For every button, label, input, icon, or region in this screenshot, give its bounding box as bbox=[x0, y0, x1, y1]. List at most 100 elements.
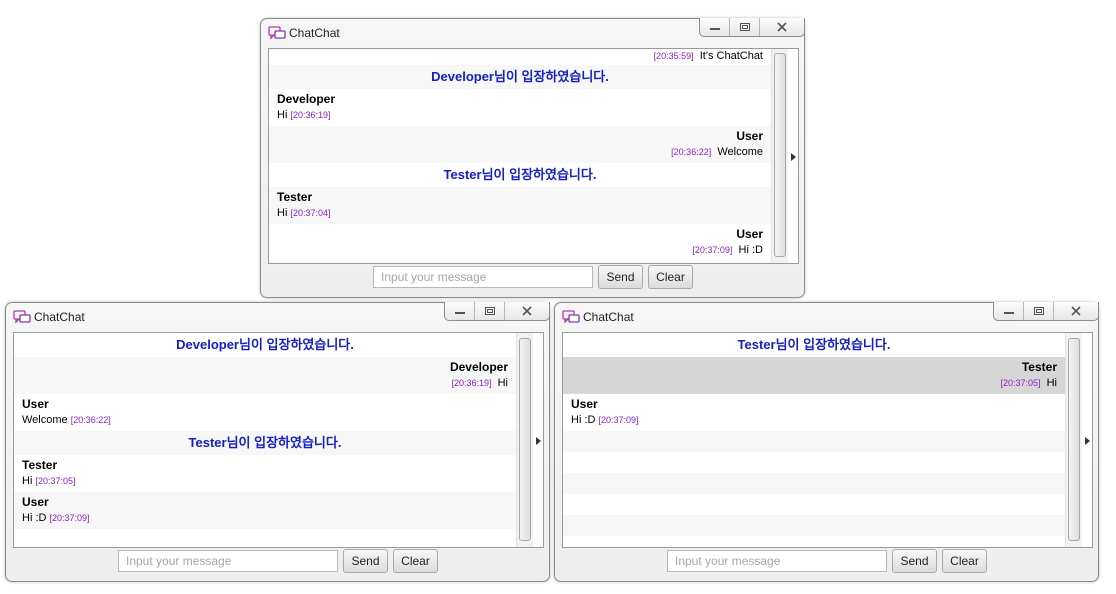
sender-name: User bbox=[571, 397, 598, 411]
minimize-icon bbox=[709, 28, 720, 30]
empty-row bbox=[563, 473, 1065, 494]
close-icon bbox=[1071, 306, 1081, 316]
title-bar[interactable]: ChatChat bbox=[6, 302, 550, 331]
chat-window: ChatChat Developer님이 입장하였습니다. Developer … bbox=[5, 302, 550, 582]
sender-name: User bbox=[22, 397, 49, 411]
chat-log[interactable]: Developer님이 입장하였습니다. Developer [20:36:19… bbox=[13, 332, 544, 548]
close-button[interactable] bbox=[1054, 302, 1098, 320]
close-icon bbox=[522, 306, 532, 316]
maximize-icon bbox=[739, 23, 750, 31]
send-button[interactable]: Send bbox=[892, 549, 937, 573]
message-row: Tester Hi [20:37:05] bbox=[14, 455, 516, 492]
sender-name: Developer bbox=[277, 92, 336, 106]
message-row: User Hi :D [20:37:09] bbox=[563, 394, 1065, 431]
empty-row bbox=[563, 494, 1065, 515]
chat-log[interactable]: Tester님이 입장하였습니다. Tester [20:37:05] Hi U… bbox=[562, 332, 1093, 548]
timestamp: [20:37:05] bbox=[1000, 378, 1041, 388]
message-input[interactable] bbox=[373, 266, 593, 288]
chat-window: ChatChat Tester님이 입장하였습니다. Tester [20:37… bbox=[554, 302, 1099, 582]
join-notice: Tester님이 입장하였습니다. bbox=[737, 337, 891, 352]
scrollbar-thumb[interactable] bbox=[1068, 338, 1080, 541]
vertical-scrollbar[interactable] bbox=[516, 333, 533, 547]
send-button[interactable]: Send bbox=[343, 549, 388, 573]
chat-log[interactable]: [20:35:59] It's ChatChat Developer님이 입장하… bbox=[268, 48, 799, 264]
message-input[interactable] bbox=[118, 550, 338, 572]
triangle-right-icon[interactable] bbox=[533, 435, 543, 447]
timestamp: [20:36:19] bbox=[451, 378, 492, 388]
message-input[interactable] bbox=[667, 550, 887, 572]
minimize-button[interactable] bbox=[445, 302, 476, 320]
message-text: Hi bbox=[22, 475, 33, 487]
timestamp: [20:36:19] bbox=[290, 110, 331, 120]
maximize-icon bbox=[1033, 307, 1044, 315]
message-text: Hi bbox=[497, 377, 508, 389]
triangle-right-icon[interactable] bbox=[788, 151, 798, 163]
message-row: Developer [20:36:19] Hi bbox=[14, 357, 516, 394]
sender-name: Tester bbox=[22, 458, 58, 472]
chat-bubbles-icon bbox=[562, 310, 580, 324]
empty-row bbox=[563, 452, 1065, 473]
message-row: User Welcome [20:36:22] bbox=[14, 394, 516, 431]
message-text: Hi :D bbox=[22, 512, 47, 524]
window-title: ChatChat bbox=[289, 26, 340, 40]
minimize-button[interactable] bbox=[994, 302, 1025, 320]
maximize-button[interactable] bbox=[730, 18, 761, 36]
join-notice: Developer님이 입장하였습니다. bbox=[269, 65, 771, 89]
sender-name: User bbox=[736, 227, 763, 241]
message-row: User [20:36:22] Welcome bbox=[269, 126, 771, 163]
maximize-button[interactable] bbox=[1024, 302, 1055, 320]
minimize-button[interactable] bbox=[700, 18, 731, 36]
close-button[interactable] bbox=[760, 18, 804, 36]
scrollbar-thumb[interactable] bbox=[774, 53, 786, 257]
join-notice: Tester님이 입장하였습니다. bbox=[443, 167, 597, 182]
sender-name: Tester bbox=[277, 190, 313, 204]
chat-bubbles-icon bbox=[13, 310, 31, 324]
message-text: Hi :D bbox=[571, 414, 596, 426]
title-bar[interactable]: ChatChat bbox=[261, 18, 805, 47]
clear-button[interactable]: Clear bbox=[648, 265, 693, 289]
input-bar: Send Clear bbox=[261, 264, 804, 292]
window-controls bbox=[993, 302, 1099, 321]
vertical-scrollbar[interactable] bbox=[771, 49, 788, 263]
chat-window: ChatChat [20:35:59] It's ChatChat Develo… bbox=[260, 18, 805, 298]
timestamp: [20:35:59] bbox=[653, 51, 694, 61]
sender-name: User bbox=[736, 129, 763, 143]
message-text: Hi bbox=[277, 109, 288, 121]
message-row: Tester Hi [20:37:04] bbox=[269, 187, 771, 224]
sender-name: Tester bbox=[1021, 360, 1057, 374]
join-notice: Tester님이 입장하였습니다. bbox=[14, 431, 516, 455]
sender-name: User bbox=[22, 495, 49, 509]
empty-row bbox=[563, 431, 1065, 452]
chat-bubbles-icon bbox=[268, 26, 286, 40]
maximize-button[interactable] bbox=[475, 302, 506, 320]
window-controls bbox=[699, 18, 805, 37]
window-title: ChatChat bbox=[34, 310, 85, 324]
window-title: ChatChat bbox=[583, 310, 634, 324]
clear-button[interactable]: Clear bbox=[393, 549, 438, 573]
scrollbar-thumb[interactable] bbox=[519, 338, 531, 541]
window-controls bbox=[444, 302, 550, 321]
send-button[interactable]: Send bbox=[598, 265, 643, 289]
join-notice: Developer님이 입장하였습니다. bbox=[176, 337, 354, 352]
clear-button[interactable]: Clear bbox=[942, 549, 987, 573]
title-bar[interactable]: ChatChat bbox=[555, 302, 1099, 331]
minimize-icon bbox=[1003, 312, 1014, 314]
timestamp: [20:36:22] bbox=[671, 147, 712, 157]
timestamp: [20:37:09] bbox=[692, 245, 733, 255]
vertical-scrollbar[interactable] bbox=[1065, 333, 1082, 547]
timestamp: [20:36:22] bbox=[70, 415, 111, 425]
message-row: User [20:37:09] Hi :D bbox=[269, 224, 771, 261]
sender-name: Developer bbox=[449, 360, 508, 374]
input-bar: Send Clear bbox=[555, 548, 1098, 576]
timestamp: [20:37:04] bbox=[290, 208, 331, 218]
empty-row bbox=[563, 515, 1065, 536]
triangle-right-icon[interactable] bbox=[1082, 435, 1092, 447]
message-row: User Hi :D [20:37:09] bbox=[14, 492, 516, 529]
close-button[interactable] bbox=[505, 302, 549, 320]
system-message-text: It's ChatChat bbox=[699, 50, 763, 62]
message-row-selected[interactable]: Tester [20:37:05] Hi bbox=[563, 357, 1065, 394]
message-text: Hi bbox=[1046, 377, 1057, 389]
message-text: Hi :D bbox=[738, 244, 763, 256]
maximize-icon bbox=[484, 307, 495, 315]
message-text: Welcome bbox=[717, 146, 763, 158]
